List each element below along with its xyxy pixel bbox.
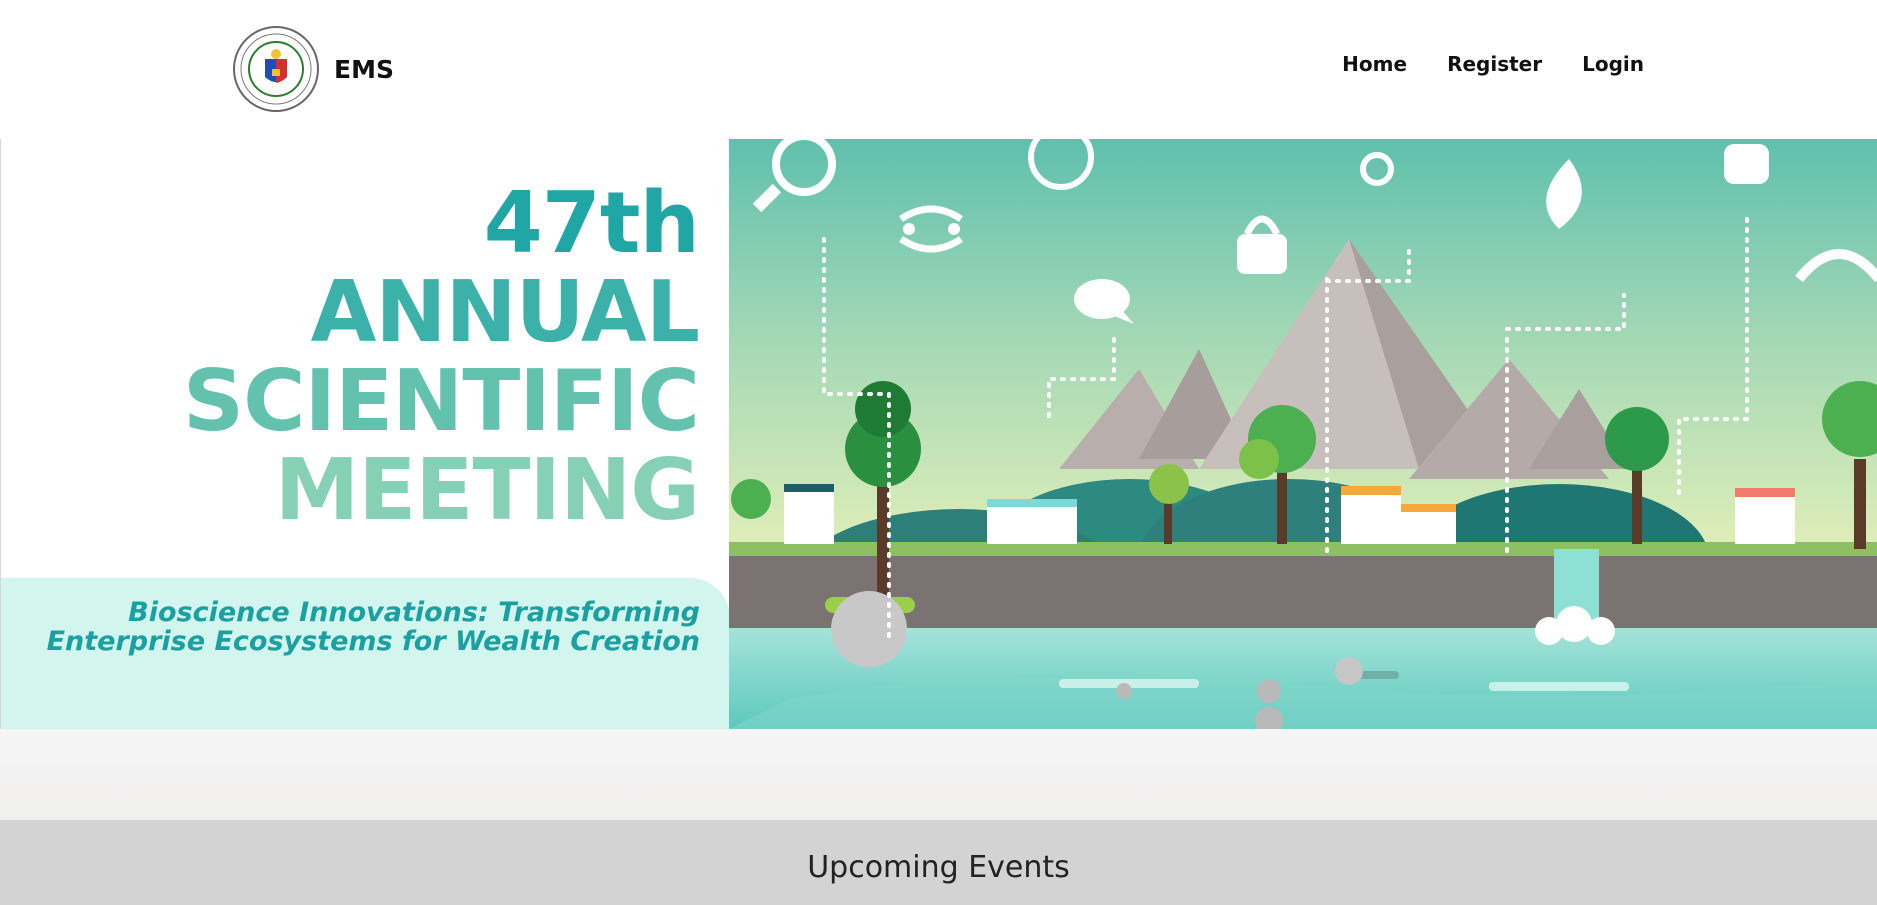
- theme-subtitle: Bioscience Innovations: Transforming Ent…: [47, 598, 700, 656]
- section-spacer: [0, 729, 1877, 820]
- hero-banner: 47th ANNUAL SCIENTIFIC MEETING Bioscienc…: [0, 139, 1877, 729]
- nast-seal-logo-icon: [233, 26, 319, 112]
- brand-name: EMS: [334, 54, 394, 84]
- nav-home-link[interactable]: Home: [1342, 52, 1407, 76]
- title-line-3: SCIENTIFIC: [182, 352, 700, 451]
- nav-register-link[interactable]: Register: [1447, 52, 1542, 76]
- upcoming-events-heading: Upcoming Events: [807, 850, 1070, 885]
- landscape-illustration-icon: [729, 139, 1877, 729]
- theme-box: Bioscience Innovations: Transforming Ent…: [1, 578, 730, 729]
- main-nav: Home Register Login: [1342, 52, 1644, 76]
- upcoming-events-section: Upcoming Events: [0, 820, 1877, 905]
- subtitle-line-2: Enterprise Ecosystems for Wealth Creatio…: [46, 626, 700, 657]
- subtitle-line-1: Bioscience Innovations: Transforming: [128, 597, 700, 628]
- title-line-2: ANNUAL: [310, 263, 700, 362]
- bioscience-landscape-illustration: [729, 139, 1877, 729]
- hero-title: 47th ANNUAL SCIENTIFIC MEETING: [182, 174, 700, 540]
- brand[interactable]: EMS: [232, 24, 394, 114]
- title-line-1: 47th: [483, 174, 700, 273]
- nav-login-link[interactable]: Login: [1582, 52, 1644, 76]
- title-line-4: MEETING: [274, 441, 700, 540]
- hero-text-panel: 47th ANNUAL SCIENTIFIC MEETING Bioscienc…: [0, 139, 730, 729]
- navbar: EMS Home Register Login: [0, 0, 1877, 139]
